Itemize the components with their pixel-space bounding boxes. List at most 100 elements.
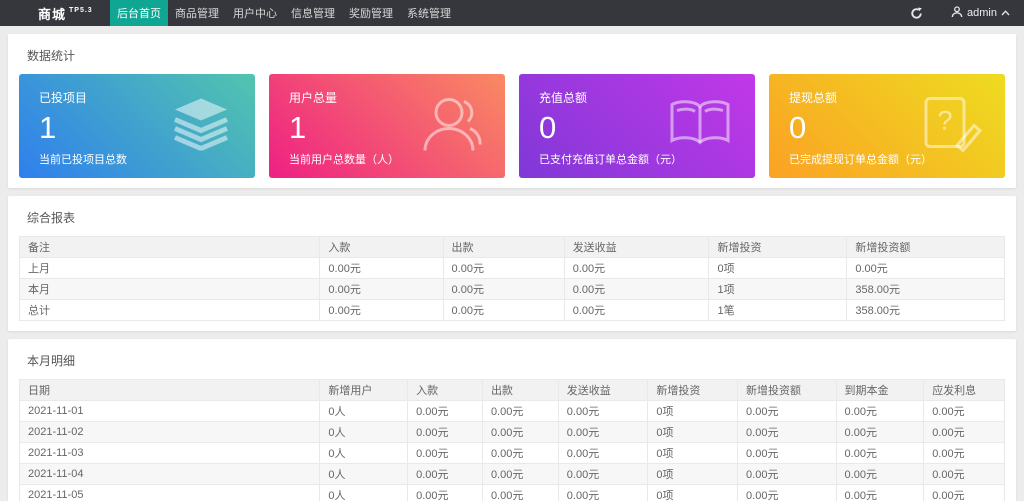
table-cell: 0项 [708, 257, 848, 279]
table-cell: 0.00元 [563, 299, 710, 321]
menu-item-rewards[interactable]: 奖励管理 [342, 0, 400, 26]
table-cell: 0.00元 [481, 400, 559, 422]
column-header: 入款 [407, 379, 483, 401]
table-cell: 0.00元 [557, 400, 649, 422]
column-header: 备注 [18, 236, 321, 258]
table-cell: 0.00元 [557, 421, 649, 443]
table-cell: 0.00元 [835, 484, 925, 501]
table-cell: 0项 [647, 400, 739, 422]
table-cell: 0人 [319, 400, 409, 422]
table-cell: 0.00元 [737, 484, 837, 501]
brand-name: 商城 [38, 6, 67, 22]
table-cell: 上月 [18, 257, 321, 279]
table-cell: 0项 [647, 463, 739, 485]
report-panel: 综合报表 备注 入款 出款 发送收益 新增投资 新增投资额 上月 0.00元 0.00元 0.0… [8, 196, 1016, 331]
table-cell: 0人 [319, 421, 409, 443]
table-row: 2021-11-02 0人 0.00元 0.00元 0.00元 0项 0.00元 0.00元 0… [18, 421, 1005, 443]
doc-question-icon: ? [921, 95, 983, 158]
table-cell: 1项 [708, 278, 848, 300]
user-menu[interactable]: admin [951, 5, 1010, 21]
table-cell: 2021-11-05 [18, 484, 321, 501]
stat-card-invested-projects: 已投项目 1 当前已投项目总数 [19, 74, 255, 178]
table-cell: 0.00元 [737, 400, 837, 422]
table-cell: 0.00元 [557, 463, 649, 485]
table-cell: 0.00元 [319, 257, 444, 279]
table-cell: 0.00元 [923, 463, 1005, 485]
stat-card-recharge-total: 充值总额 0 已支付充值订单总金额（元） [519, 74, 755, 178]
table-cell: 0.00元 [481, 442, 559, 464]
column-header: 出款 [442, 236, 565, 258]
table-cell: 0.00元 [481, 463, 559, 485]
column-header: 应发利息 [923, 379, 1005, 401]
table-cell: 358.00元 [846, 299, 1005, 321]
table-cell: 0.00元 [407, 463, 483, 485]
svg-text:?: ? [937, 106, 952, 136]
detail-table: 日期 新增用户 入款 出款 发送收益 新增投资 新增投资额 到期本金 应发利息 2021-11-… [18, 379, 1005, 501]
people-icon [417, 95, 483, 158]
column-header: 发送收益 [557, 379, 649, 401]
table-cell: 总计 [18, 299, 321, 321]
table-cell: 0.00元 [481, 421, 559, 443]
menu-item-system[interactable]: 系统管理 [400, 0, 458, 26]
layers-icon [169, 97, 233, 156]
table-cell: 0.00元 [563, 278, 710, 300]
table-cell: 2021-11-01 [18, 400, 321, 422]
username-label: admin [967, 7, 997, 19]
table-cell: 0.00元 [923, 442, 1005, 464]
brand-version: TP5.3 [69, 6, 93, 14]
table-cell: 0项 [647, 442, 739, 464]
menu-item-home[interactable]: 后台首页 [110, 0, 168, 26]
main-menu: 后台首页 商品管理 用户中心 信息管理 奖励管理 系统管理 [110, 0, 458, 26]
column-header: 发送收益 [563, 236, 710, 258]
navbar-right: admin [906, 0, 1010, 26]
table-cell: 0.00元 [442, 278, 565, 300]
table-cell: 0.00元 [923, 400, 1005, 422]
top-navbar: 商城 TP5.3 后台首页 商品管理 用户中心 信息管理 奖励管理 系统管理 a… [0, 0, 1024, 26]
table-row: 2021-11-04 0人 0.00元 0.00元 0.00元 0项 0.00元 0.00元 0… [18, 463, 1005, 485]
table-cell: 0人 [319, 463, 409, 485]
table-cell: 0.00元 [563, 257, 710, 279]
column-header: 到期本金 [835, 379, 925, 401]
column-header: 新增用户 [319, 379, 409, 401]
table-header-row: 备注 入款 出款 发送收益 新增投资 新增投资额 [18, 236, 1005, 258]
menu-item-goods[interactable]: 商品管理 [168, 0, 226, 26]
table-row: 本月 0.00元 0.00元 0.00元 1项 358.00元 [18, 278, 1005, 300]
table-cell: 0.00元 [835, 463, 925, 485]
stat-cards: 已投项目 1 当前已投项目总数 用户总量 1 当前用户总数量（人） 充值总额 0… [19, 74, 1005, 178]
table-cell: 2021-11-02 [18, 421, 321, 443]
stats-panel: 数据统计 已投项目 1 当前已投项目总数 用户总量 1 当前用户总数量（人） 充… [8, 34, 1016, 188]
table-row: 2021-11-03 0人 0.00元 0.00元 0.00元 0项 0.00元 0.00元 0… [18, 442, 1005, 464]
table-cell: 本月 [18, 278, 321, 300]
table-row: 总计 0.00元 0.00元 0.00元 1笔 358.00元 [18, 299, 1005, 321]
book-icon [667, 98, 733, 155]
table-cell: 0.00元 [846, 257, 1005, 279]
table-cell: 0.00元 [407, 421, 483, 443]
menu-item-users[interactable]: 用户中心 [226, 0, 284, 26]
table-cell: 0.00元 [481, 484, 559, 501]
column-header: 入款 [319, 236, 444, 258]
table-cell: 0.00元 [407, 484, 483, 501]
table-cell: 0.00元 [737, 442, 837, 464]
report-panel-title: 综合报表 [27, 211, 76, 225]
detail-panel: 本月明细 日期 新增用户 入款 出款 发送收益 新增投资 新增投资额 到期本金 应发利息 202… [8, 339, 1016, 501]
table-cell: 0.00元 [319, 299, 444, 321]
table-row: 上月 0.00元 0.00元 0.00元 0项 0.00元 [18, 257, 1005, 279]
table-cell: 2021-11-04 [18, 463, 321, 485]
column-header: 日期 [18, 379, 321, 401]
brand-logo[interactable]: 商城 TP5.3 [38, 0, 110, 26]
refresh-icon[interactable] [906, 7, 927, 20]
table-cell: 0.00元 [737, 463, 837, 485]
report-table: 备注 入款 出款 发送收益 新增投资 新增投资额 上月 0.00元 0.00元 0.00元 0项 0… [18, 236, 1005, 321]
table-cell: 0.00元 [835, 442, 925, 464]
table-cell: 0.00元 [442, 257, 565, 279]
column-header: 新增投资额 [737, 379, 837, 401]
detail-panel-title: 本月明细 [27, 354, 76, 368]
stat-card-total-users: 用户总量 1 当前用户总数量（人） [269, 74, 505, 178]
menu-item-info[interactable]: 信息管理 [284, 0, 342, 26]
table-cell: 0人 [319, 484, 409, 501]
table-cell: 0.00元 [442, 299, 565, 321]
table-cell: 0人 [319, 442, 409, 464]
table-row: 2021-11-05 0人 0.00元 0.00元 0.00元 0项 0.00元 0.00元 0… [18, 484, 1005, 501]
chevron-up-icon [1001, 7, 1010, 19]
table-cell: 1笔 [708, 299, 848, 321]
